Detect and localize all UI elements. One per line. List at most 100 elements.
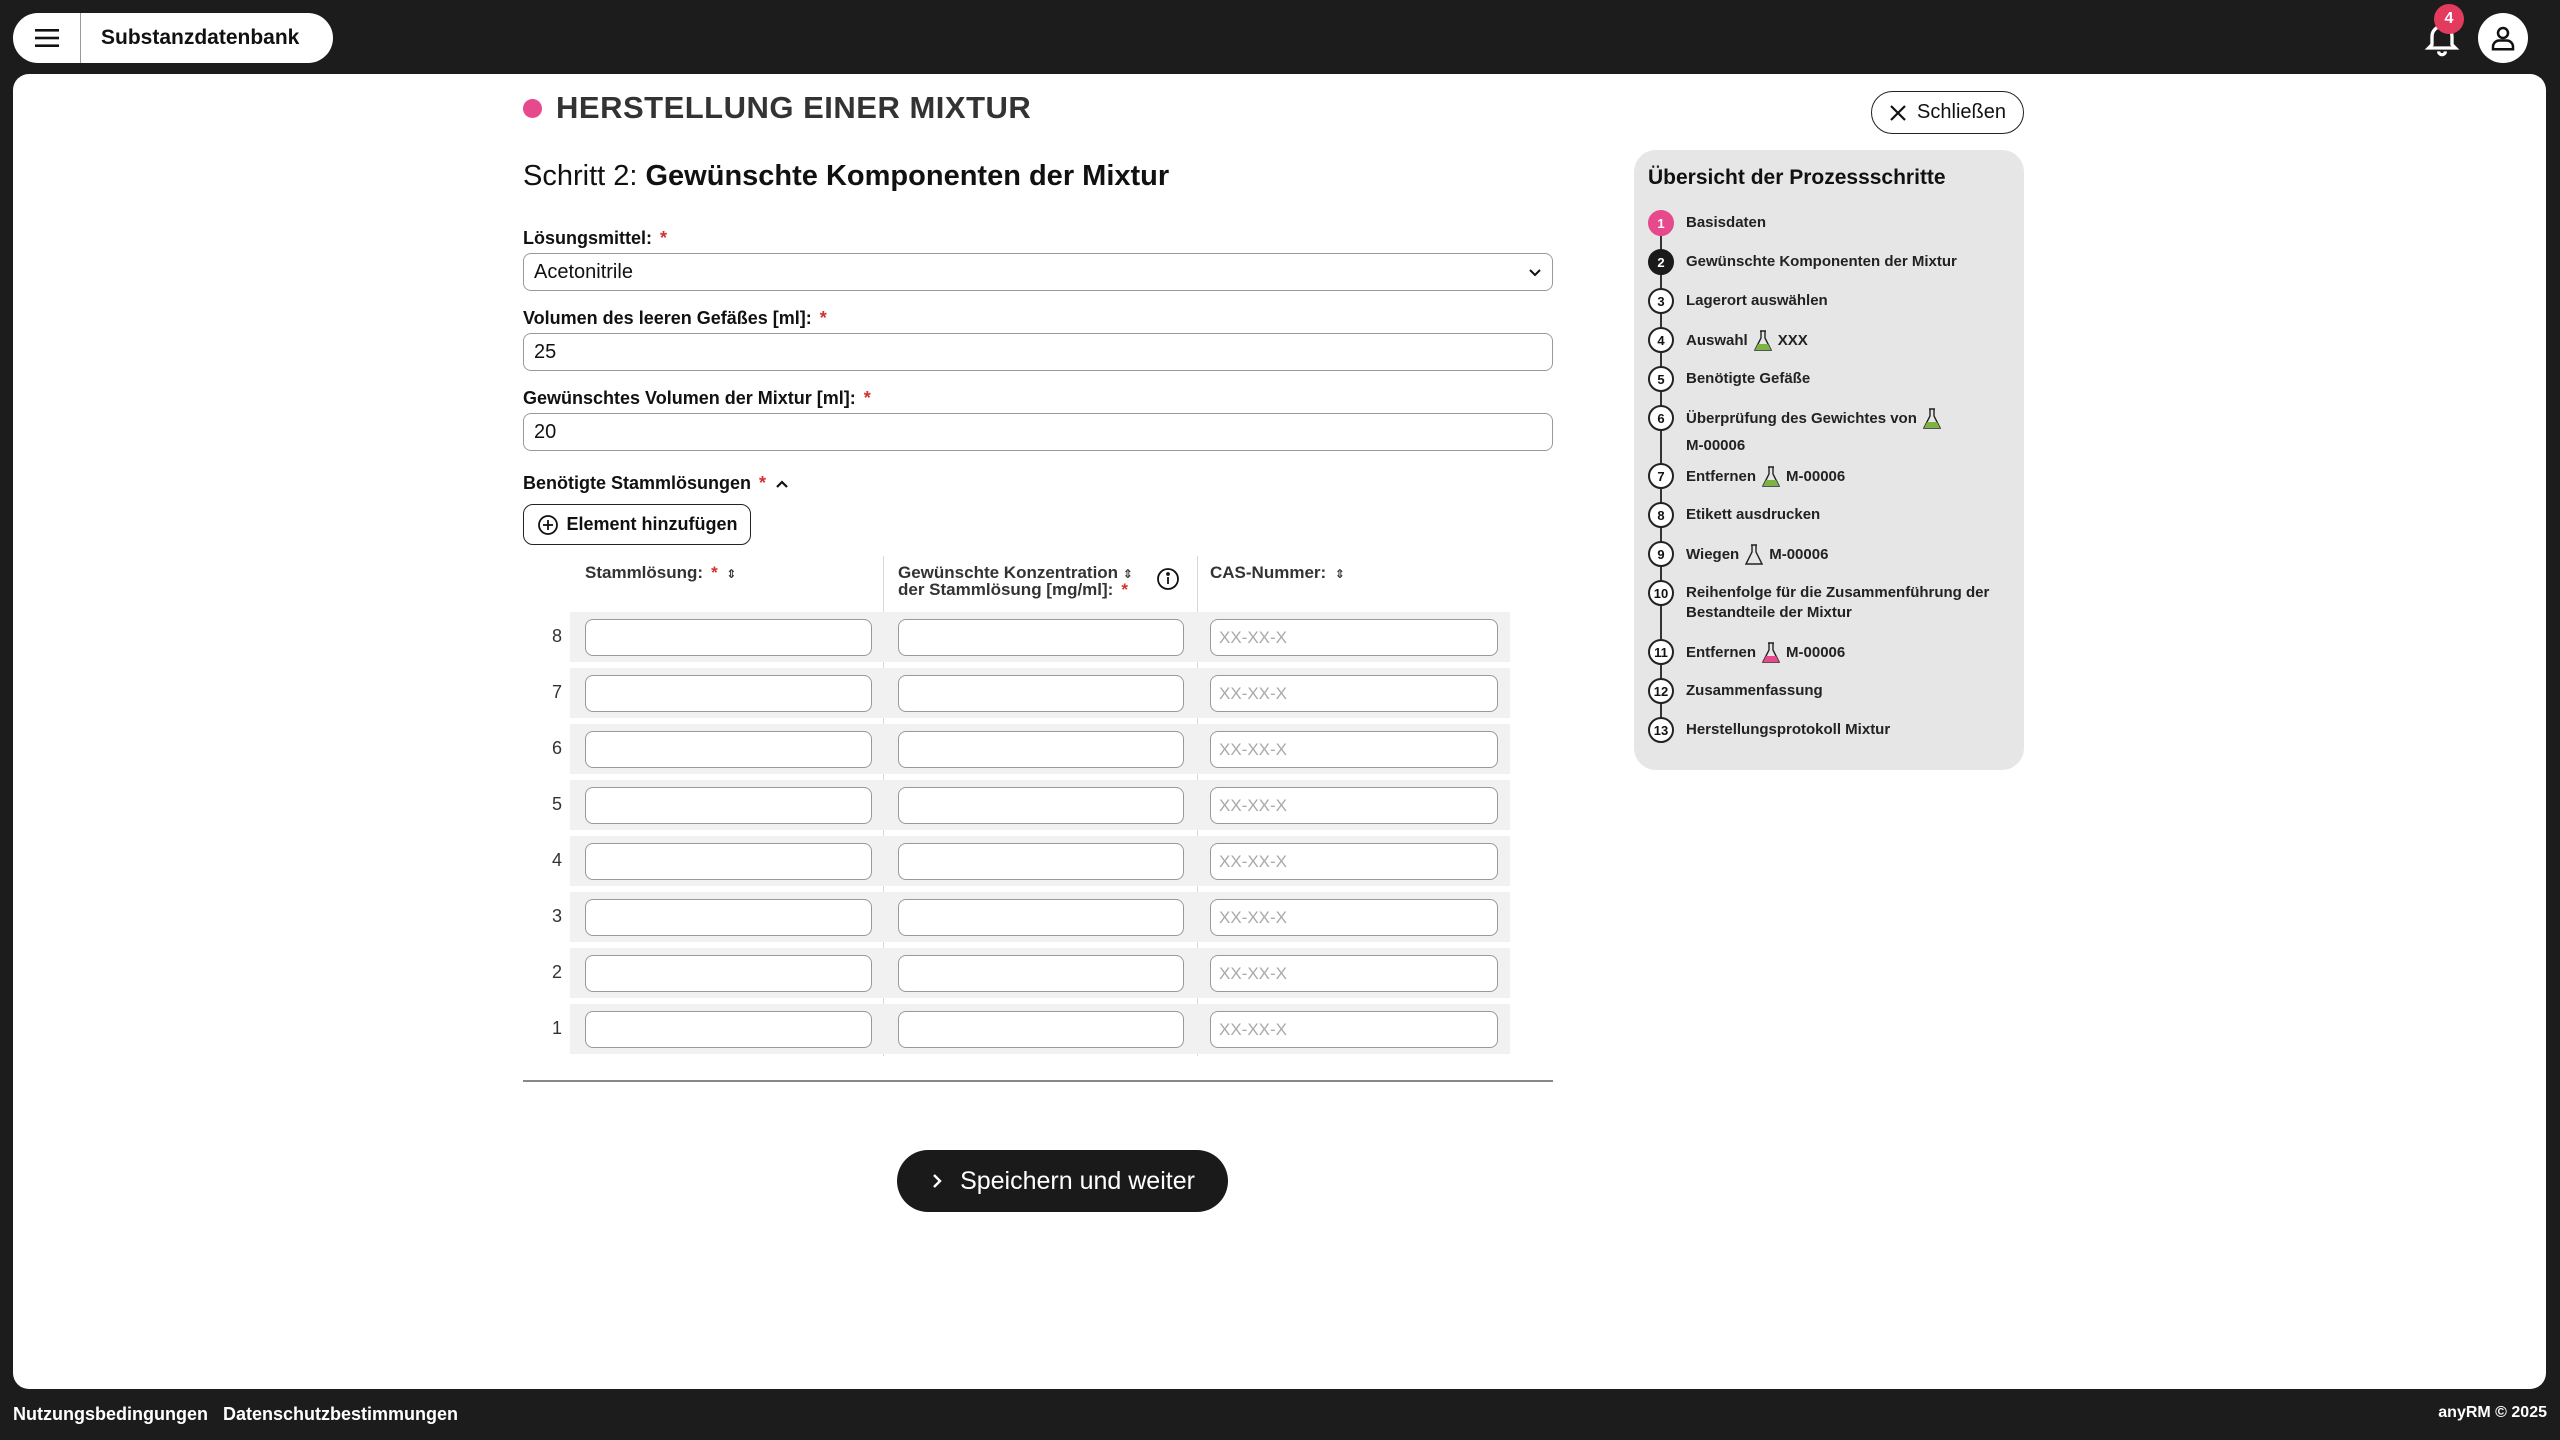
concentration-input[interactable] — [898, 955, 1184, 992]
privacy-link[interactable]: Datenschutzbestimmungen — [223, 1404, 458, 1425]
concentration-input[interactable] — [898, 843, 1184, 880]
step-label: Überprüfung des Gewichtes von — [1686, 410, 1917, 427]
cas-input[interactable]: XX-XX-X — [1210, 843, 1498, 880]
solvent-label: Lösungsmittel: * — [523, 228, 668, 248]
sort-icon: ⇕ — [1122, 567, 1133, 581]
stock-solution-input[interactable] — [585, 843, 872, 880]
flask-green-icon — [1762, 466, 1781, 487]
save-and-continue-button[interactable]: Speichern und weiter — [897, 1150, 1228, 1212]
chevron-down-icon — [1529, 269, 1541, 277]
app-header: Substanzdatenbank — [13, 13, 333, 63]
stock-solution-input[interactable] — [585, 731, 872, 768]
concentration-input[interactable] — [898, 619, 1184, 656]
stock-solution-input[interactable] — [585, 955, 872, 992]
sort-icon: ⇕ — [1334, 567, 1345, 581]
col-header-stock-solution[interactable]: Stammlösung: * ⇕ — [585, 564, 736, 582]
cas-input[interactable]: XX-XX-X — [1210, 1011, 1498, 1048]
cas-input[interactable]: XX-XX-X — [1210, 787, 1498, 824]
stock-solution-input[interactable] — [585, 787, 872, 824]
chevron-right-icon — [933, 1174, 942, 1188]
concentration-input[interactable] — [898, 787, 1184, 824]
step-item[interactable]: 8 Etikett ausdrucken — [1648, 502, 1820, 528]
stock-solution-input[interactable] — [585, 899, 872, 936]
step-label: Auswahl — [1686, 332, 1748, 349]
stock-solution-input[interactable] — [585, 1011, 872, 1048]
step-number: 1 — [1648, 210, 1674, 236]
step-label: Wiegen — [1686, 546, 1740, 563]
cas-input[interactable]: XX-XX-X — [1210, 955, 1498, 992]
row-number: 4 — [552, 850, 563, 870]
cas-input[interactable]: XX-XX-X — [1210, 899, 1498, 936]
step-item[interactable]: 9 Wiegen M-00006 — [1648, 541, 1828, 567]
required-mark: * — [863, 388, 871, 408]
row-number: 6 — [552, 738, 563, 758]
step-tag: M-00006 — [1769, 546, 1829, 563]
notification-badge: 4 — [2434, 4, 2464, 34]
cas-input[interactable]: XX-XX-X — [1210, 619, 1498, 656]
section-divider — [523, 1080, 1553, 1082]
menu-button[interactable] — [13, 13, 81, 63]
step-number: 12 — [1648, 678, 1674, 704]
step-item[interactable]: 11 Entfernen M-00006 — [1648, 639, 1845, 665]
close-label: Schließen — [1917, 101, 2006, 123]
step-item[interactable]: 3 Lagerort auswählen — [1648, 288, 1828, 314]
concentration-input[interactable] — [898, 731, 1184, 768]
row-number: 7 — [552, 682, 563, 702]
step-tag: M-00006 — [1786, 468, 1846, 485]
step-number: 2 — [1648, 249, 1674, 275]
process-steps-panel: Übersicht der Prozessschritte 1 Basisdat… — [1634, 150, 2024, 770]
vessel-volume-input[interactable]: 25 — [523, 333, 1553, 371]
user-icon — [2491, 26, 2515, 51]
step-tag: M-00006 — [1786, 644, 1846, 661]
step-number: 13 — [1648, 717, 1674, 743]
solvent-value: Acetonitrile — [534, 260, 633, 283]
app-title: Substanzdatenbank — [101, 26, 300, 49]
step-item[interactable]: 4 Auswahl XXX — [1648, 327, 1808, 353]
terms-link[interactable]: Nutzungsbedingungen — [13, 1404, 208, 1425]
step-tag: XXX — [1777, 332, 1808, 349]
stock-solution-input[interactable] — [585, 675, 872, 712]
step-label: Gewünschte Komponenten der Mixtur — [1686, 253, 1957, 270]
stock-solutions-label[interactable]: Benötigte Stammlösungen * — [523, 473, 790, 494]
top-bar: Substanzdatenbank 4 — [0, 0, 2560, 74]
info-icon[interactable] — [1156, 567, 1180, 591]
status-dot — [523, 98, 542, 118]
add-element-label: Element hinzufügen — [566, 514, 738, 534]
cas-input[interactable]: XX-XX-X — [1210, 731, 1498, 768]
solvent-select[interactable]: Acetonitrile — [523, 253, 1553, 291]
concentration-input[interactable] — [898, 675, 1184, 712]
col-header-cas[interactable]: CAS-Nummer: ⇕ — [1210, 564, 1345, 582]
step-label: Etikett ausdrucken — [1686, 506, 1821, 523]
step-item[interactable]: 13 Herstellungsprotokoll Mixtur — [1648, 717, 1890, 743]
concentration-input[interactable] — [898, 899, 1184, 936]
user-menu-button[interactable] — [2478, 13, 2528, 63]
step-label: Herstellungsprotokoll Mixtur — [1686, 721, 1891, 738]
stock-solution-input[interactable] — [585, 619, 872, 656]
step-item[interactable]: 10 Reihenfolge für die Zusammenführung d… — [1648, 580, 2006, 623]
step-item[interactable]: 5 Benötigte Gefäße — [1648, 366, 1810, 392]
page-heading: HERSTELLUNG EINER MIXTUR — [523, 90, 1031, 126]
step-number: 11 — [1648, 639, 1674, 665]
step-label: Basisdaten — [1686, 214, 1767, 231]
flask-green-icon — [1753, 330, 1772, 351]
concentration-input[interactable] — [898, 1011, 1184, 1048]
required-mark: * — [759, 473, 767, 493]
step-tag: M-00006 — [1686, 437, 1746, 454]
step-item[interactable]: 2 Gewünschte Komponenten der Mixtur — [1648, 249, 1957, 275]
required-mark: * — [819, 308, 827, 328]
cas-input[interactable]: XX-XX-X — [1210, 675, 1498, 712]
step-number: 7 — [1648, 463, 1674, 489]
step-item[interactable]: 7 Entfernen M-00006 — [1648, 463, 1845, 489]
add-element-button[interactable]: Element hinzufügen — [523, 504, 751, 545]
flask-pink-icon — [1762, 642, 1781, 663]
col-header-concentration[interactable]: Gewünschte Konzentration ⇕ der Stammlösu… — [898, 564, 1133, 598]
step-item[interactable]: 6 Überprüfung des Gewichtes von M-00006 — [1648, 405, 2008, 456]
close-icon — [1890, 104, 1906, 121]
step-item[interactable]: 12 Zusammenfassung — [1648, 678, 1823, 704]
step-number: 10 — [1648, 580, 1674, 606]
close-button[interactable]: Schließen — [1871, 91, 2024, 134]
step-item[interactable]: 1 Basisdaten — [1648, 210, 1766, 236]
vessel-volume-value: 25 — [534, 340, 557, 363]
flask-green-icon — [1922, 408, 1941, 429]
mixture-volume-input[interactable]: 20 — [523, 413, 1553, 451]
